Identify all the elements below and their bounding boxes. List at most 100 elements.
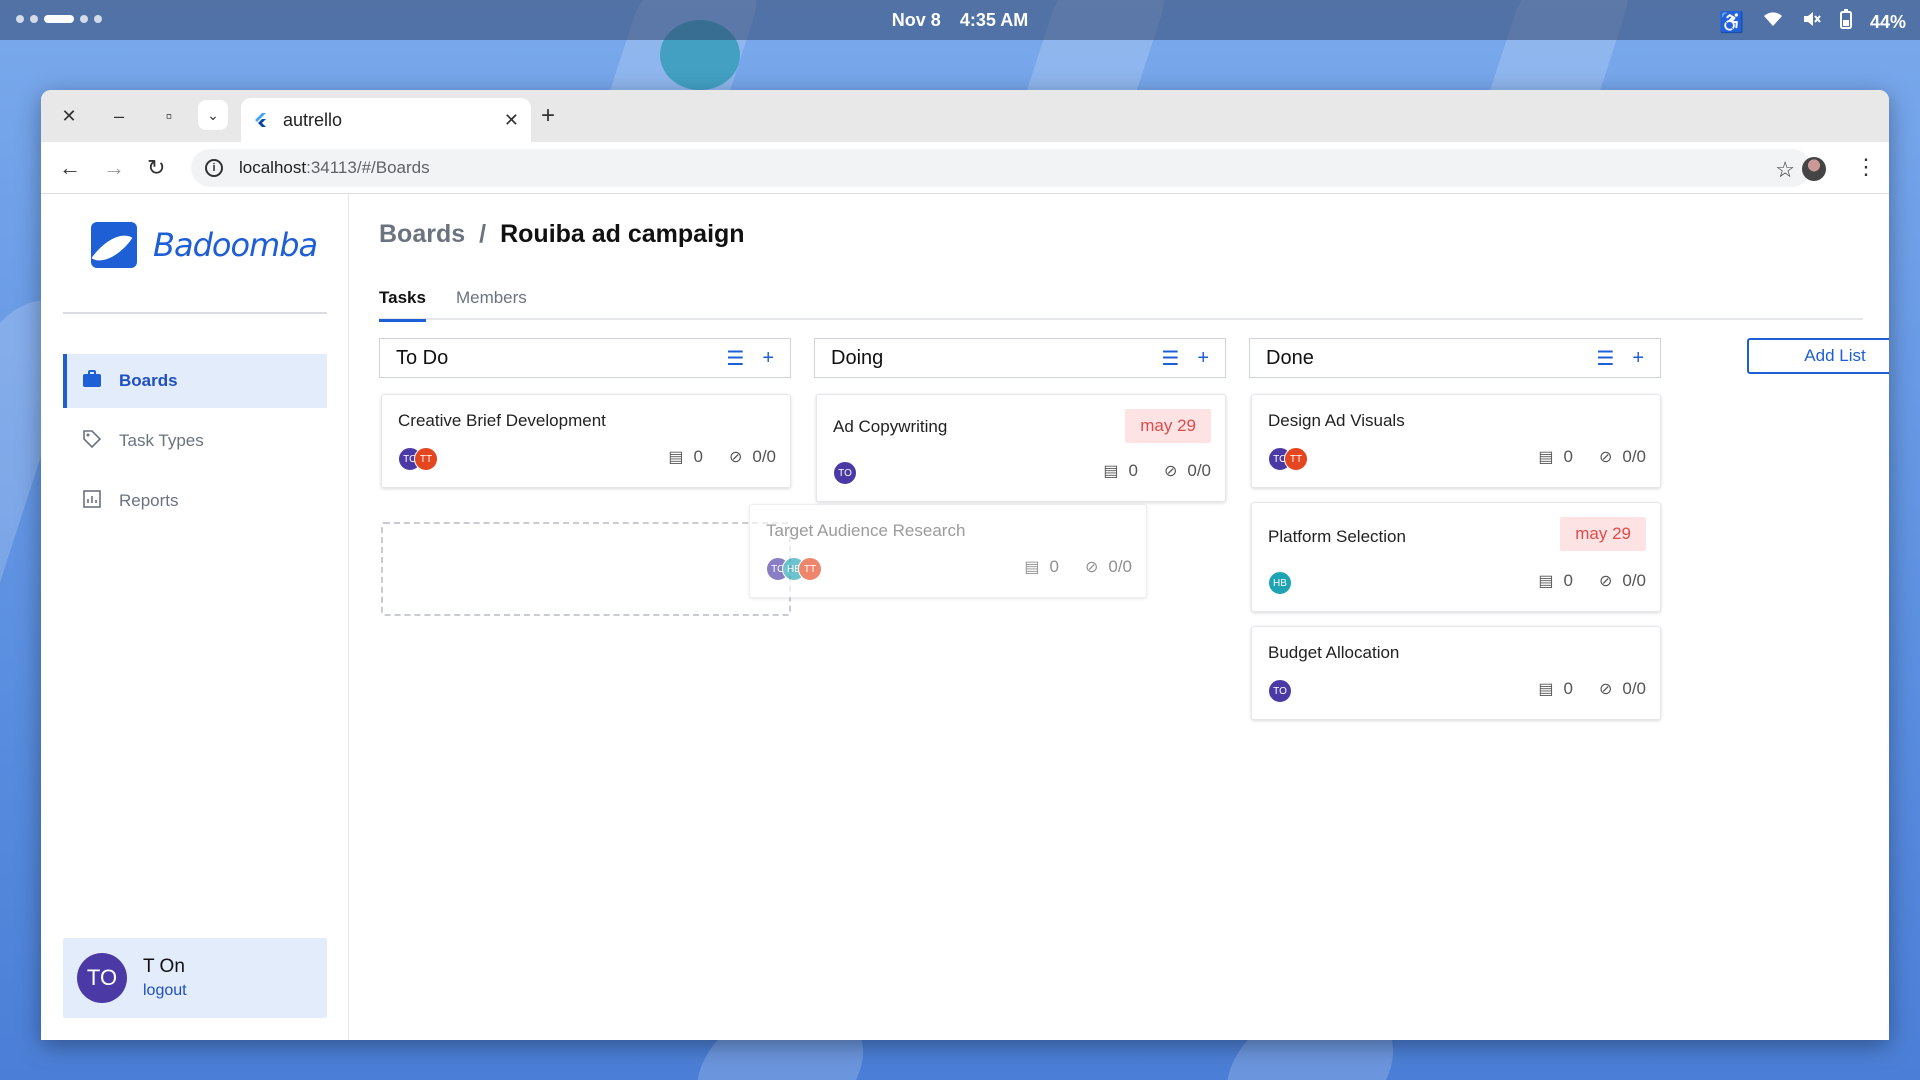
sidebar-item-reports[interactable]: Reports bbox=[63, 474, 327, 528]
site-info-icon[interactable]: i bbox=[205, 159, 223, 177]
browser-window: ✕ – ▫ ⌄ autrello ✕ + ← → ↻ i localhost:3… bbox=[41, 90, 1889, 1040]
back-icon[interactable]: ← bbox=[59, 155, 81, 181]
tab-tasks[interactable]: Tasks bbox=[379, 280, 426, 322]
battery-icon bbox=[1839, 9, 1852, 35]
close-window-icon[interactable]: ✕ bbox=[55, 102, 83, 130]
tab-members[interactable]: Members bbox=[456, 280, 527, 320]
checklist-icon: ⊘ bbox=[1598, 681, 1613, 698]
wifi-icon bbox=[1762, 10, 1784, 34]
task-card[interactable]: Design Ad Visuals TO TT ▤ 0 ⊘ 0/0 bbox=[1251, 394, 1661, 488]
mute-icon bbox=[1802, 10, 1822, 34]
member-avatar: TT bbox=[798, 557, 822, 581]
tab-search-dropdown-icon[interactable]: ⌄ bbox=[198, 100, 228, 130]
checklist-icon: ⊘ bbox=[728, 449, 743, 466]
list-title: Done bbox=[1266, 346, 1314, 369]
chart-icon bbox=[81, 489, 103, 513]
card-meta: ▤ 0 ⊘ 0/0 bbox=[1024, 557, 1132, 577]
checklist-count: 0/0 bbox=[1622, 679, 1646, 698]
sidebar-item-label: Reports bbox=[119, 491, 179, 510]
checklist-count: 0/0 bbox=[1622, 571, 1646, 590]
list-header: Done ☰ + bbox=[1249, 338, 1661, 378]
card-title: Target Audience Research bbox=[766, 521, 966, 540]
task-card[interactable]: Ad Copywriting may 29 TO ▤ 0 ⊘ 0/0 bbox=[816, 394, 1226, 502]
card-avatars: TO HB TT bbox=[766, 557, 822, 581]
checklist-count: 0/0 bbox=[1108, 557, 1132, 576]
reload-icon[interactable]: ↻ bbox=[147, 155, 165, 181]
maximize-window-icon[interactable]: ▫ bbox=[155, 102, 183, 130]
task-card[interactable]: Platform Selection may 29 HB ▤ 0 ⊘ 0/0 bbox=[1251, 502, 1661, 612]
breadcrumb-boards-link[interactable]: Boards bbox=[379, 220, 465, 249]
comment-icon: ▤ bbox=[1024, 559, 1040, 576]
card-avatars: TO bbox=[833, 461, 857, 485]
user-avatar: TO bbox=[77, 953, 127, 1003]
comment-count: 0 bbox=[1563, 447, 1573, 466]
checklist-count: 0/0 bbox=[1187, 461, 1211, 480]
briefcase-icon bbox=[81, 369, 103, 393]
tab-title: autrello bbox=[283, 109, 343, 130]
brand-name: Badoomba bbox=[153, 226, 318, 264]
browser-toolbar: ← → ↻ i localhost:34113/#/Boards ☆ ⋮ bbox=[41, 142, 1889, 194]
list-header: To Do ☰ + bbox=[379, 338, 791, 378]
system-top-bar: Nov 8 4:35 AM ♿ 44% bbox=[0, 0, 1920, 40]
logout-link[interactable]: logout bbox=[143, 982, 187, 1000]
list-title: To Do bbox=[396, 346, 449, 369]
board-tabs: Tasks Members bbox=[379, 280, 1863, 322]
brand-mark-icon bbox=[91, 222, 137, 268]
card-title: Ad Copywriting bbox=[833, 417, 948, 436]
task-card[interactable]: Creative Brief Development TO TT ▤ 0 ⊘ 0… bbox=[381, 394, 791, 488]
task-card[interactable]: Budget Allocation TO ▤ 0 ⊘ 0/0 bbox=[1251, 626, 1661, 720]
card-title: Platform Selection bbox=[1268, 527, 1406, 546]
card-title: Design Ad Visuals bbox=[1268, 411, 1405, 430]
url-path: :34113/#/Boards bbox=[306, 158, 430, 177]
checklist-icon: ⊘ bbox=[1598, 573, 1613, 590]
sidebar-item-boards[interactable]: Boards bbox=[63, 354, 327, 408]
browser-tab[interactable]: autrello ✕ bbox=[241, 98, 531, 142]
profile-avatar-icon[interactable] bbox=[1802, 157, 1826, 181]
comment-icon: ▤ bbox=[1538, 449, 1554, 466]
checklist-icon: ⊘ bbox=[1084, 559, 1099, 576]
comment-icon: ▤ bbox=[1103, 463, 1119, 480]
filter-sliders-icon[interactable]: ☰ bbox=[726, 346, 744, 371]
address-bar[interactable]: i localhost:34113/#/Boards ☆ bbox=[191, 149, 1811, 187]
checklist-count: 0/0 bbox=[1622, 447, 1646, 466]
minimize-window-icon[interactable]: – bbox=[105, 102, 133, 130]
comment-count: 0 bbox=[693, 447, 703, 466]
brand-logo[interactable]: Badoomba bbox=[91, 222, 318, 268]
comment-icon: ▤ bbox=[668, 449, 684, 466]
add-card-icon[interactable]: + bbox=[762, 347, 774, 370]
card-avatars: TO TT bbox=[1268, 447, 1308, 471]
browser-menu-icon[interactable]: ⋮ bbox=[1855, 154, 1877, 180]
tab-strip: ✕ – ▫ ⌄ autrello ✕ + bbox=[41, 90, 1889, 142]
filter-sliders-icon[interactable]: ☰ bbox=[1161, 346, 1179, 371]
drop-placeholder bbox=[381, 522, 791, 616]
add-card-icon[interactable]: + bbox=[1632, 347, 1644, 370]
add-card-icon[interactable]: + bbox=[1197, 347, 1209, 370]
close-tab-icon[interactable]: ✕ bbox=[504, 110, 519, 131]
comment-count: 0 bbox=[1563, 679, 1573, 698]
list-todo: To Do ☰ + Creative Brief Development TO … bbox=[379, 338, 791, 616]
filter-sliders-icon[interactable]: ☰ bbox=[1596, 346, 1614, 371]
breadcrumb: Boards / Rouiba ad campaign bbox=[379, 220, 745, 249]
dragging-task-card[interactable]: Target Audience Research TO HB TT ▤ 0 ⊘ … bbox=[749, 504, 1147, 598]
url-host: localhost bbox=[239, 158, 307, 177]
new-tab-icon[interactable]: + bbox=[541, 102, 555, 130]
add-list-button[interactable]: Add List bbox=[1747, 338, 1889, 374]
card-title: Creative Brief Development bbox=[398, 411, 606, 430]
battery-percent: 44% bbox=[1869, 11, 1906, 32]
forward-icon[interactable]: → bbox=[103, 155, 125, 181]
system-status-area[interactable]: ♿ 44% bbox=[1719, 9, 1906, 35]
sidebar-item-label: Task Types bbox=[119, 431, 204, 450]
comment-count: 0 bbox=[1563, 571, 1573, 590]
list-doing: Doing ☰ + Ad Copywriting may 29 TO ▤ 0 ⊘ bbox=[814, 338, 1226, 502]
card-meta: ▤ 0 ⊘ 0/0 bbox=[668, 447, 776, 467]
card-avatars: TO TT bbox=[398, 447, 438, 471]
clock[interactable]: Nov 8 4:35 AM bbox=[0, 10, 1920, 31]
bookmark-star-icon[interactable]: ☆ bbox=[1775, 157, 1795, 183]
due-date-badge: may 29 bbox=[1560, 517, 1646, 551]
member-avatar: TO bbox=[833, 461, 857, 485]
board-main: Boards / Rouiba ad campaign Tasks Member… bbox=[349, 194, 1889, 1040]
tag-icon bbox=[81, 429, 103, 454]
card-title: Budget Allocation bbox=[1268, 643, 1400, 662]
sidebar-item-task-types[interactable]: Task Types bbox=[63, 414, 327, 468]
time-label: 4:35 AM bbox=[959, 10, 1029, 30]
